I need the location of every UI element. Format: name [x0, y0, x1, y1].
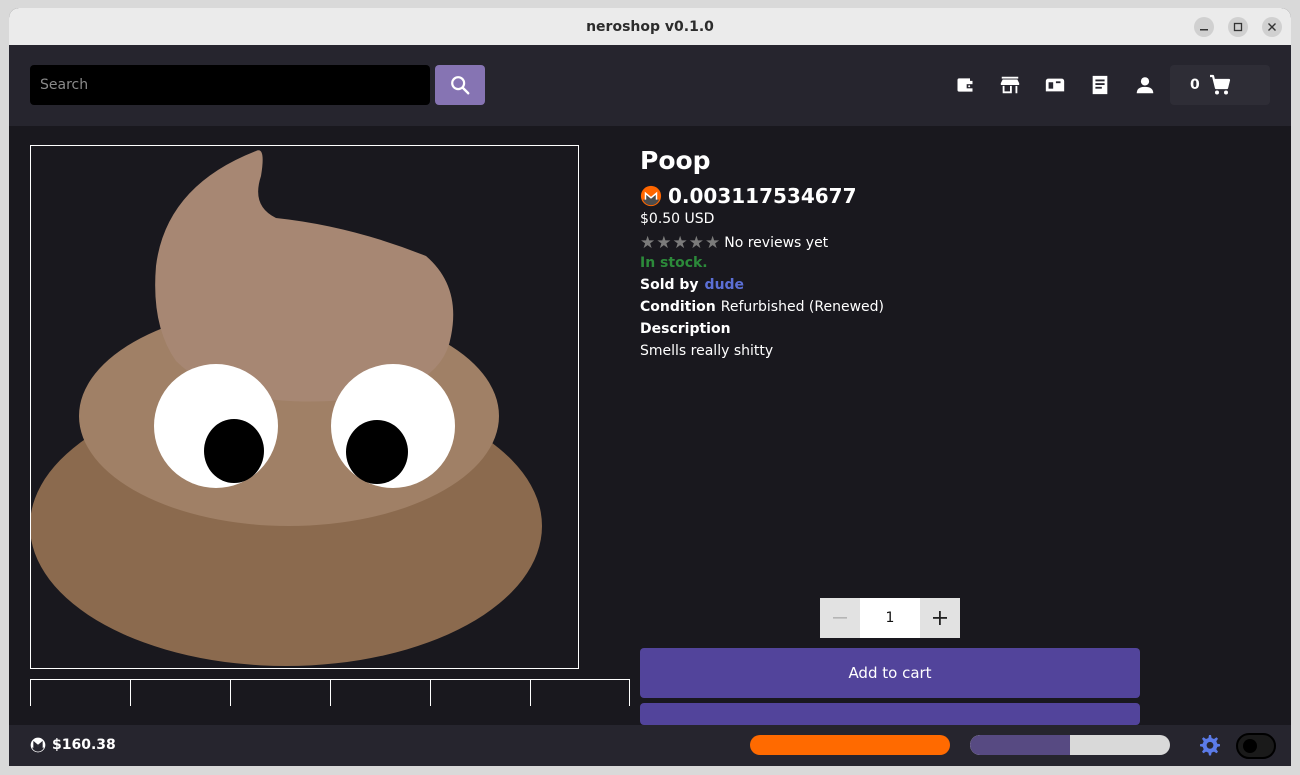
sold-by-label: Sold by	[640, 277, 699, 293]
minus-icon	[833, 617, 847, 619]
orders-button[interactable]	[1089, 74, 1111, 96]
thumbnail[interactable]	[30, 680, 130, 706]
maximize-icon	[1233, 22, 1243, 32]
thumbnail[interactable]	[130, 680, 230, 706]
quantity-value[interactable]: 1	[860, 598, 920, 638]
thumbnail[interactable]	[530, 680, 630, 706]
price-xmr: 0.003117534677	[668, 184, 857, 208]
wallet-sync-fill	[970, 735, 1070, 755]
thumbnail-strip	[30, 679, 630, 706]
sold-by: Sold by dude	[640, 277, 744, 293]
monero-icon	[30, 737, 46, 753]
product-page: Poop 0.003117534677 $0.50 USD ★ ★ ★ ★ ★ No r…	[9, 126, 1291, 725]
star-icon: ★	[672, 233, 688, 253]
search-icon	[451, 76, 470, 95]
toggle-knob	[1243, 739, 1257, 753]
top-bar: 0	[9, 45, 1291, 126]
close-button[interactable]	[1262, 17, 1282, 37]
wallet-balance: $160.38	[30, 737, 116, 753]
condition-label: Condition	[640, 299, 716, 315]
store-button[interactable]	[999, 74, 1021, 96]
daemon-sync-bar	[750, 735, 950, 755]
receipt-icon	[1092, 75, 1108, 95]
star-icon: ★	[705, 233, 721, 253]
thumbnail[interactable]	[430, 680, 530, 706]
star-icon: ★	[688, 233, 704, 253]
star-rating: ★ ★ ★ ★ ★	[640, 233, 720, 253]
search-input[interactable]	[30, 65, 430, 105]
rating: ★ ★ ★ ★ ★ No reviews yet	[640, 233, 828, 253]
secondary-button[interactable]	[640, 703, 1140, 725]
status-bar: $160.38	[9, 725, 1291, 766]
decrement-button[interactable]	[820, 598, 860, 638]
wallet-icon	[957, 78, 973, 92]
cart-icon	[1209, 74, 1230, 95]
window-title: neroshop v0.1.0	[586, 18, 714, 35]
product-name: Poop	[640, 146, 711, 175]
increment-button[interactable]	[920, 598, 960, 638]
wallet-button[interactable]	[954, 74, 976, 96]
close-icon	[1268, 23, 1276, 31]
settings-icon	[1200, 735, 1220, 756]
app-window: neroshop v0.1.0 Search 0 Poop 0.00311753…	[9, 8, 1291, 766]
minimize-button[interactable]	[1194, 17, 1214, 37]
quantity-stepper: 1	[820, 598, 960, 638]
add-to-cart-button[interactable]: Add to cart	[640, 648, 1140, 698]
thumbnail[interactable]	[230, 680, 330, 706]
thumbnail[interactable]	[330, 680, 430, 706]
rating-text: No reviews yet	[724, 235, 829, 251]
balance-amount: $160.38	[52, 737, 116, 753]
description-text: Smells really shitty	[640, 343, 774, 359]
cart-button[interactable]: 0	[1170, 65, 1270, 105]
star-icon: ★	[640, 233, 656, 253]
account-button[interactable]	[1134, 74, 1156, 96]
price-xmr-row: 0.003117534677	[640, 184, 857, 208]
plus-icon	[933, 611, 947, 625]
settings-button[interactable]	[1197, 733, 1221, 757]
stock-status: In stock.	[640, 255, 708, 271]
inbox-button[interactable]	[1044, 74, 1066, 96]
cart-count: 0	[1190, 77, 1200, 93]
seller-link[interactable]: dude	[705, 277, 745, 293]
product-image[interactable]	[30, 145, 579, 669]
inbox-icon	[1045, 78, 1065, 92]
account-icon	[1136, 77, 1154, 94]
maximize-button[interactable]	[1228, 17, 1248, 37]
monero-icon	[640, 185, 662, 207]
description-label: Description	[640, 321, 731, 337]
theme-toggle[interactable]	[1236, 733, 1276, 759]
condition: Condition Refurbished (Renewed)	[640, 299, 884, 315]
wallet-sync-bar	[970, 735, 1170, 755]
store-icon	[1000, 76, 1020, 94]
condition-value: Refurbished (Renewed)	[720, 299, 885, 315]
minimize-icon	[1200, 29, 1208, 31]
star-icon: ★	[656, 233, 672, 253]
search-button[interactable]	[435, 65, 485, 105]
title-bar: neroshop v0.1.0	[9, 8, 1291, 45]
price-usd: $0.50 USD	[640, 211, 715, 227]
poop-emoji-image	[30, 150, 542, 666]
